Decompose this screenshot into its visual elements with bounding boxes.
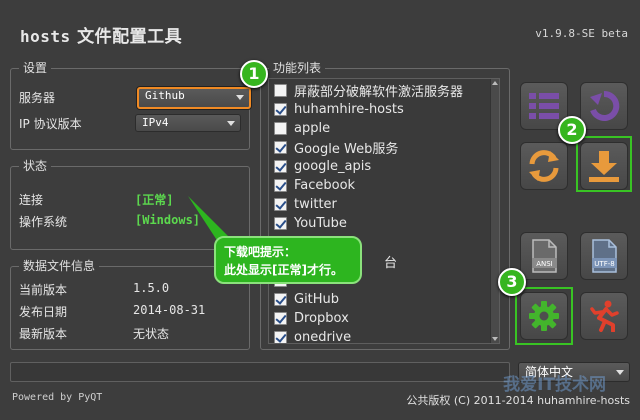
ip-version-select-value: IPv4 xyxy=(142,116,169,129)
ansi-label: ANSI xyxy=(536,260,553,268)
tip-callout: 下载吧提示： 此处显示[正常]才行。 xyxy=(214,236,362,284)
ip-version-select[interactable]: IPv4 xyxy=(135,114,241,132)
list-item[interactable]: YouTube xyxy=(274,214,347,233)
os-label: 操作系统 xyxy=(19,215,68,229)
list-item-label: huhamhire-hosts xyxy=(294,102,404,117)
list-item-label: GitHub xyxy=(294,292,340,307)
app-version: v1.9.8-SE beta xyxy=(535,27,628,40)
list-item-label: apple xyxy=(294,121,331,136)
server-label: 服务器 xyxy=(19,91,56,105)
backup-button[interactable] xyxy=(580,82,628,130)
list-item-label: YouTube xyxy=(294,216,347,231)
functions-group-title: 功能列表 xyxy=(269,60,326,76)
callout-line-1: 下载吧提示： xyxy=(224,245,297,259)
list-item[interactable]: Dropbox xyxy=(274,309,349,328)
ansi-button[interactable]: ANSI xyxy=(520,232,568,280)
exit-button[interactable] xyxy=(580,292,628,340)
list-item[interactable]: huhamhire-hosts xyxy=(274,100,404,119)
list-item[interactable]: google_apis xyxy=(274,157,371,176)
list-item[interactable]: onedrive xyxy=(274,328,352,344)
download-highlight xyxy=(576,136,632,192)
utf8-label: UTF-8 xyxy=(594,260,614,268)
app-title: hosts 文件配置工具 xyxy=(20,22,182,47)
list-item-label: 台 xyxy=(384,256,398,271)
list-item-label: google_apis xyxy=(294,159,372,174)
datainfo-group-title: 数据文件信息 xyxy=(19,258,100,274)
apply-highlight xyxy=(515,287,573,345)
app-title-main: hosts xyxy=(20,27,71,46)
chevron-down-icon xyxy=(236,95,244,100)
powered-by-label: Powered by PyQT xyxy=(12,392,103,403)
list-icon xyxy=(529,93,559,119)
checkbox[interactable] xyxy=(274,179,287,192)
latest-version-label: 最新版本 xyxy=(19,327,68,341)
list-item-label: twitter xyxy=(294,197,337,212)
step-badge-3: 3 xyxy=(498,268,526,296)
ip-version-label: IP 协议版本 xyxy=(19,117,82,131)
release-date-value: 2014-08-31 xyxy=(133,303,206,317)
checkbox[interactable] xyxy=(274,160,287,173)
release-date-label: 发布日期 xyxy=(19,305,68,319)
status-group-title: 状态 xyxy=(19,158,52,174)
scroll-up-icon[interactable] xyxy=(492,81,498,85)
checkbox[interactable] xyxy=(274,312,287,325)
utf8-file-icon: UTF-8 xyxy=(592,239,617,273)
list-item-label: Google Web服务 xyxy=(294,142,399,157)
copyright-label: 公共版权 (C) 2011-2014 huhamhire-hosts xyxy=(406,394,630,407)
undo-icon xyxy=(590,90,620,121)
list-item[interactable]: apple xyxy=(274,119,330,138)
list-item[interactable]: GitHub xyxy=(274,290,339,309)
function-list[interactable]: 屏蔽部分破解软件激活服务器 huhamhire-hosts apple Goog… xyxy=(268,78,500,344)
list-scrollbar[interactable] xyxy=(490,79,499,343)
current-version-label: 当前版本 xyxy=(19,283,68,297)
checkbox[interactable] xyxy=(274,103,287,116)
checkbox[interactable] xyxy=(274,122,287,135)
callout-line-2: 此处显示[正常]才行。 xyxy=(224,263,343,277)
server-select-value: Github xyxy=(145,89,185,102)
list-item-label: Facebook xyxy=(294,178,356,193)
utf8-button[interactable]: UTF-8 xyxy=(580,232,628,280)
settings-group: 设置 服务器 Github IP 协议版本 IPv4 xyxy=(10,60,251,150)
list-item-label: Dropbox xyxy=(294,311,349,326)
status-message-field xyxy=(10,362,510,382)
app-title-cn: 文件配置工具 xyxy=(77,27,183,47)
checkbox[interactable] xyxy=(274,217,287,230)
latest-version-value: 无状态 xyxy=(133,327,170,341)
list-item[interactable]: twitter xyxy=(274,195,337,214)
checkbox[interactable] xyxy=(274,293,287,306)
step-badge-1: 1 xyxy=(240,60,268,88)
list-item-label: 屏蔽部分破解软件激活服务器 xyxy=(294,85,464,100)
refresh-icon xyxy=(529,150,559,182)
checkbox[interactable] xyxy=(274,198,287,211)
server-select[interactable]: Github xyxy=(137,87,251,109)
datainfo-group: 数据文件信息 当前版本 1.5.0 发布日期 2014-08-31 最新版本 无… xyxy=(10,258,250,350)
checkbox[interactable] xyxy=(274,141,287,154)
list-item[interactable]: Facebook xyxy=(274,176,355,195)
chevron-down-icon xyxy=(616,370,624,375)
settings-group-title: 设置 xyxy=(19,60,52,76)
connection-label: 连接 xyxy=(19,193,44,207)
scroll-down-icon[interactable] xyxy=(492,337,498,341)
refresh-button[interactable] xyxy=(520,142,568,190)
checkbox[interactable] xyxy=(274,331,287,343)
checkbox[interactable] xyxy=(274,84,287,97)
list-item[interactable]: 屏蔽部分破解软件激活服务器 xyxy=(274,81,463,100)
step-badge-2: 2 xyxy=(558,116,586,144)
current-version-value: 1.5.0 xyxy=(133,281,170,295)
chevron-down-icon xyxy=(227,121,235,126)
ansi-file-icon: ANSI xyxy=(532,239,557,273)
list-item-label: onedrive xyxy=(294,330,352,344)
running-man-icon xyxy=(590,300,619,332)
list-item[interactable]: Google Web服务 xyxy=(274,138,398,157)
